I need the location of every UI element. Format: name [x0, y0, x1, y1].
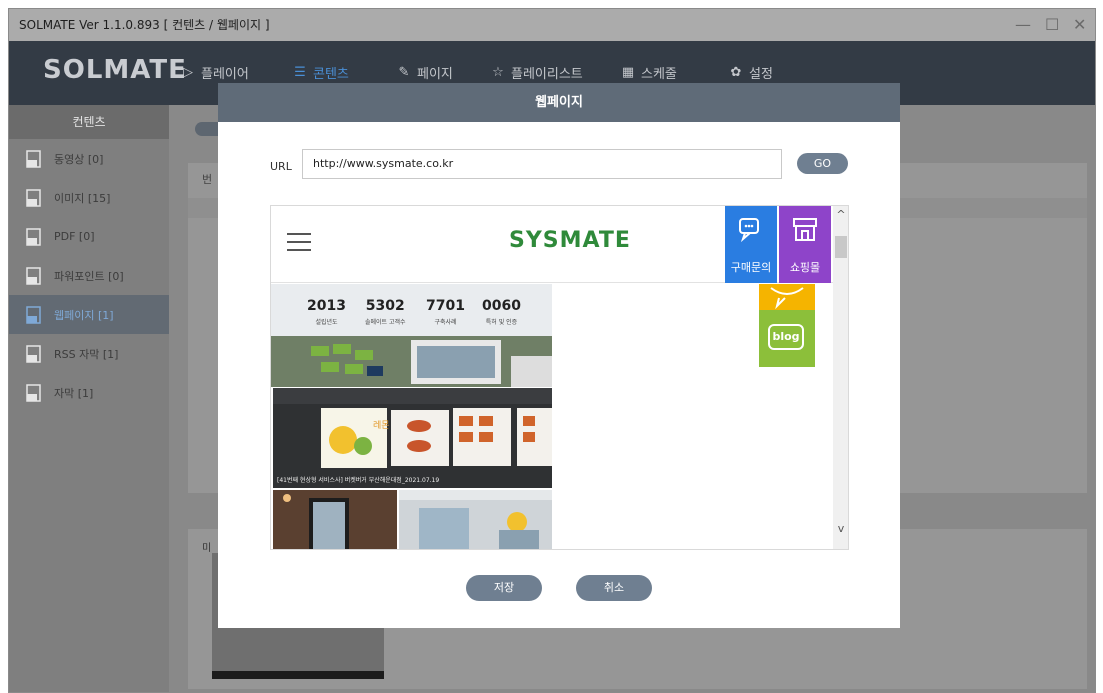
photo-caption: [41번째 현상형 서비스사] 버켓버거 부산해운대점_2021.07.19: [277, 477, 440, 484]
sidebar-item-rss[interactable]: RSS 자막 [1]: [9, 334, 169, 373]
menu-playlist[interactable]: ☆ 플레이리스트: [491, 63, 583, 82]
gear-icon: ✿: [730, 64, 742, 80]
kiosk-photo: [271, 336, 552, 387]
web-file-icon: [26, 305, 41, 324]
webpage-dialog: 웹페이지 URL http://www.sysmate.co.kr GO SYS…: [218, 83, 900, 628]
go-button[interactable]: GO: [797, 153, 848, 174]
close-button[interactable]: ✕: [1073, 9, 1086, 41]
site-header: SYSMATE 구매문의 쇼핑몰: [271, 206, 833, 283]
menu-board-graphic: 레몬 에이드: [273, 388, 552, 488]
list-icon: ☰: [294, 64, 306, 80]
stat-label: 설립년도: [315, 319, 338, 326]
stat-number: 7701: [426, 298, 465, 314]
window-title: SOLMATE Ver 1.1.0.893 [ 컨텐츠 / 웹페이지 ]: [19, 18, 270, 32]
scroll-down-icon[interactable]: v: [833, 522, 848, 535]
shop-label: 쇼핑몰: [789, 261, 821, 274]
sidebar-item-video[interactable]: 동영상 [0]: [9, 139, 169, 178]
sidebar-item-label: PDF [0]: [54, 230, 95, 243]
scroll-up-icon[interactable]: ^: [833, 208, 848, 221]
store-photo: [399, 490, 552, 549]
shop-button[interactable]: 쇼핑몰: [779, 206, 831, 283]
menu-schedule-label: 스케줄: [641, 67, 677, 82]
save-button[interactable]: 저장: [466, 575, 542, 601]
cancel-button[interactable]: 취소: [576, 575, 652, 601]
url-label: URL: [270, 160, 292, 173]
stat-number: 2013: [307, 298, 346, 314]
stat-label: 구축사례: [434, 319, 457, 326]
chat-icon: [739, 218, 759, 243]
menu-contents[interactable]: ☰ 콘텐츠: [293, 63, 349, 82]
sidebar-item-subtitle[interactable]: 자막 [1]: [9, 373, 169, 412]
sidebar-item-label: 웹페이지 [1]: [54, 308, 114, 322]
menu-player[interactable]: ▷ 플레이어: [181, 63, 249, 82]
rss-file-icon: [26, 344, 41, 363]
pdf-file-icon: [26, 227, 41, 246]
sidebar-item-label: 이미지 [15]: [54, 191, 111, 205]
content-sidebar: 컨텐츠 동영상 [0] 이미지 [15] PDF [0] 파워포인트 [0] 웹…: [9, 105, 169, 692]
stat-number: 0060: [482, 298, 521, 314]
app-logo: SOLMATE: [43, 55, 187, 85]
kiosk-photo-graphic: [271, 336, 552, 387]
store-graphic: [399, 490, 552, 549]
poster-photo: [273, 490, 397, 549]
calendar-icon: ▦: [621, 64, 635, 80]
video-file-icon: [26, 149, 41, 168]
play-icon: ▷: [183, 64, 193, 80]
menu-page[interactable]: ✎ 페이지: [397, 63, 453, 82]
dialog-title: 웹페이지: [218, 83, 900, 122]
menu-schedule[interactable]: ▦ 스케줄: [621, 63, 677, 82]
subtitle-file-icon: [26, 383, 41, 402]
blog-button[interactable]: blog: [759, 310, 815, 367]
sidebar-item-label: 파워포인트 [0]: [54, 269, 124, 283]
list-header-fragment: 번: [202, 173, 213, 186]
kakao-chat-button[interactable]: [759, 284, 815, 312]
sidebar-item-label: 자막 [1]: [54, 386, 94, 400]
chat-bubble-icon: [770, 287, 804, 310]
url-input[interactable]: http://www.sysmate.co.kr: [302, 149, 782, 179]
menu-settings[interactable]: ✿ 설정: [729, 63, 773, 82]
preview-label-fragment: 미: [202, 543, 212, 554]
stat-number: 5302: [365, 298, 405, 314]
stat-cases: 7701 구축사례: [426, 298, 465, 326]
preview-scrollbar[interactable]: ^ v: [833, 206, 848, 549]
menu-playlist-label: 플레이리스트: [511, 67, 583, 82]
sidebar-item-label: RSS 자막 [1]: [54, 347, 119, 361]
sidebar-item-label: 동영상 [0]: [54, 152, 104, 166]
sidebar-item-powerpoint[interactable]: 파워포인트 [0]: [9, 256, 169, 295]
menu-settings-label: 설정: [749, 67, 773, 82]
star-icon: ☆: [492, 64, 504, 80]
maximize-button[interactable]: ☐: [1045, 9, 1059, 41]
ppt-file-icon: [26, 266, 41, 285]
stat-label: 특허 및 인증: [485, 319, 518, 326]
hamburger-menu-icon[interactable]: [287, 233, 311, 251]
menu-board-photo: 레몬 에이드 [41번째 현상형 서비스사] 버켓버거 부산해운대점_2021.…: [273, 388, 552, 488]
inquiry-label: 구매문의: [730, 261, 772, 274]
scroll-thumb[interactable]: [835, 236, 847, 258]
inquiry-button[interactable]: 구매문의: [725, 206, 777, 283]
minimize-button[interactable]: —: [1015, 9, 1031, 41]
menu-contents-label: 콘텐츠: [313, 67, 349, 82]
sidebar-item-image[interactable]: 이미지 [15]: [9, 178, 169, 217]
image-file-icon: [26, 188, 41, 207]
sidebar-item-webpage[interactable]: 웹페이지 [1]: [9, 295, 169, 334]
site-logo: SYSMATE: [509, 228, 631, 253]
stat-founded: 2013 설립년도: [307, 298, 346, 326]
sidebar-item-pdf[interactable]: PDF [0]: [9, 217, 169, 256]
stat-label: 솔메이트 고객수: [365, 319, 406, 326]
stat-patents: 0060 특허 및 인증: [482, 298, 521, 326]
shop-icon: [793, 218, 817, 241]
poster-graphic: [273, 490, 397, 549]
sidebar-header: 컨텐츠: [9, 105, 169, 139]
menu-page-label: 페이지: [417, 67, 453, 82]
menu-player-label: 플레이어: [201, 67, 249, 82]
pin-icon: ✎: [398, 64, 410, 80]
blog-label: blog: [768, 324, 804, 350]
webpage-preview[interactable]: SYSMATE 구매문의 쇼핑몰 2013 설립년도 5302 솔메이트 고객수…: [270, 205, 849, 550]
stat-customers: 5302 솔메이트 고객수: [365, 298, 406, 326]
title-bar: SOLMATE Ver 1.1.0.893 [ 컨텐츠 / 웹페이지 ] — ☐…: [9, 9, 1095, 41]
